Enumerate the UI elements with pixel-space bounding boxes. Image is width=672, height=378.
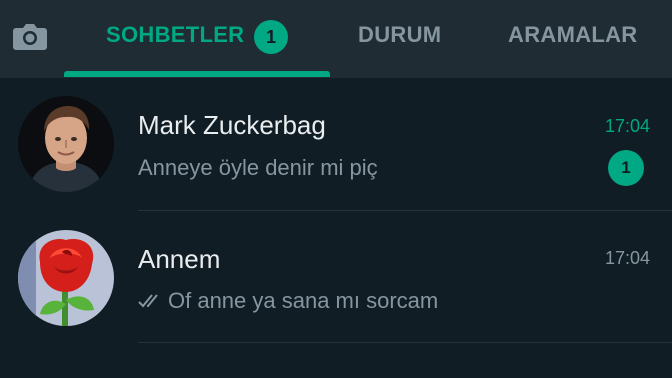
chat-row-annem[interactable]: Annem Of anne ya sana mı sorcam 17:04 [0, 210, 672, 340]
chat-last-message: Anneye öyle denir mi piç [138, 155, 378, 180]
tab-chats-unread-badge: 1 [254, 20, 288, 54]
profile-photo-icon [18, 96, 114, 192]
chat-name: Annem [138, 244, 221, 274]
chat-time: 17:04 [604, 248, 650, 268]
tab-chats[interactable]: SOHBETLER [106, 22, 244, 48]
tab-status[interactable]: DURUM [358, 22, 441, 48]
chat-name: Mark Zuckerbag [138, 110, 326, 140]
avatar[interactable] [18, 230, 114, 326]
chat-last-message-line: Of anne ya sana mı sorcam [138, 288, 438, 314]
divider [138, 342, 672, 343]
rose-icon [18, 230, 114, 326]
unread-count-badge: 1 [608, 150, 644, 186]
active-tab-indicator [64, 71, 330, 77]
chat-time: 17:04 [604, 116, 650, 136]
camera-icon[interactable] [12, 20, 48, 52]
read-double-check-icon [138, 294, 158, 308]
chat-last-message: Of anne ya sana mı sorcam [168, 288, 439, 313]
chat-row-mark-zuckerbag[interactable]: Mark Zuckerbag Anneye öyle denir mi piç … [0, 78, 672, 208]
tab-bar: SOHBETLER 1 DURUM ARAMALAR [0, 0, 672, 78]
tab-calls[interactable]: ARAMALAR [508, 22, 638, 48]
avatar[interactable] [18, 96, 114, 192]
